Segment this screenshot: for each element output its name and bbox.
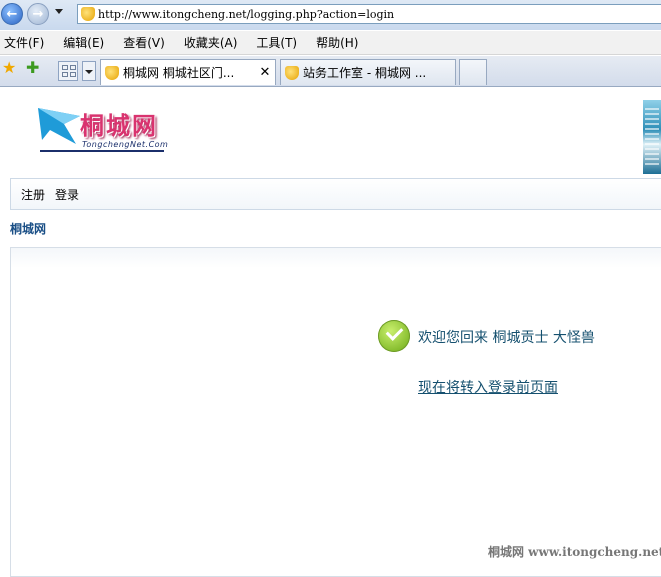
forward-button[interactable]: → — [27, 3, 49, 25]
arrow-left-icon: ← — [6, 6, 18, 22]
menu-tools[interactable]: 工具(T) — [256, 34, 297, 51]
top-navigation: 注册 登录 — [10, 178, 661, 210]
address-toolbar: ← → http://www.itongcheng.net/logging.ph… — [0, 0, 661, 30]
watermark: 桐城网 www.itongcheng.net — [488, 545, 661, 559]
tab-inactive[interactable]: 站务工作室 - 桐城网 ... — [280, 59, 456, 85]
logo-arrow-icon — [38, 108, 80, 144]
site-favicon-icon — [105, 65, 119, 80]
logo-underline — [40, 150, 164, 152]
message-box — [10, 247, 661, 577]
tab-bar: ★ ✚ 桐城网 桐城社区门... ✕ 站务工作室 - 桐城网 ... — [0, 56, 661, 87]
address-bar[interactable]: http://www.itongcheng.net/logging.php?ac… — [77, 4, 661, 24]
menu-edit[interactable]: 编辑(E) — [63, 34, 104, 51]
menu-bar: 文件(F) 编辑(E) 查看(V) 收藏夹(A) 工具(T) 帮助(H) — [0, 31, 661, 55]
tab-list-button[interactable] — [82, 61, 96, 81]
menu-file[interactable]: 文件(F) — [4, 34, 44, 51]
logo-text: 桐城网 — [80, 112, 158, 140]
site-logo[interactable]: 桐城网 TongchengNet.Com — [36, 100, 169, 156]
menu-help[interactable]: 帮助(H) — [316, 34, 358, 51]
tab-label: 桐城网 桐城社区门... — [123, 66, 235, 80]
login-link[interactable]: 登录 — [55, 186, 79, 203]
address-text[interactable]: http://www.itongcheng.net/logging.php?ac… — [98, 8, 394, 21]
add-favorite-icon[interactable]: ✚ — [26, 60, 42, 76]
recent-pages-dropdown[interactable] — [55, 9, 63, 14]
arrow-right-icon: → — [32, 6, 44, 22]
welcome-message: 欢迎您回来 桐城贡士 大怪兽 — [418, 330, 595, 346]
tab-active[interactable]: 桐城网 桐城社区门... ✕ — [100, 59, 276, 85]
menu-favorites[interactable]: 收藏夹(A) — [184, 34, 238, 51]
banner-image — [643, 100, 661, 174]
quick-tabs-button[interactable] — [58, 61, 78, 81]
tab-label: 站务工作室 - 桐城网 ... — [303, 66, 427, 80]
breadcrumb[interactable]: 桐城网 — [10, 220, 46, 237]
message-box-header — [11, 248, 661, 268]
close-tab-icon[interactable]: ✕ — [258, 65, 272, 80]
menu-view[interactable]: 查看(V) — [123, 34, 165, 51]
back-button[interactable]: ← — [1, 3, 23, 25]
check-icon — [378, 320, 410, 352]
redirect-link[interactable]: 现在将转入登录前页面 — [418, 377, 558, 397]
site-favicon-icon — [81, 7, 95, 21]
site-favicon-icon — [285, 65, 299, 80]
register-link[interactable]: 注册 — [21, 186, 45, 203]
logo-subtext: TongchengNet.Com — [82, 140, 169, 149]
new-tab-button[interactable] — [459, 59, 487, 85]
favorites-star-icon[interactable]: ★ — [2, 60, 18, 76]
